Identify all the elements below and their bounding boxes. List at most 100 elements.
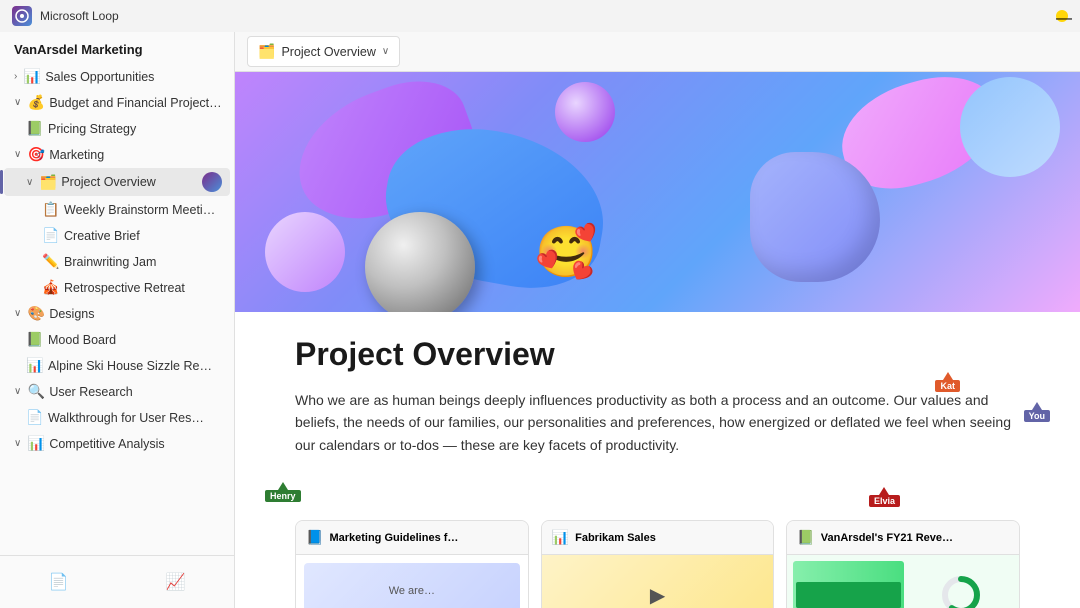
brainstorm-icon: 📋 — [42, 201, 60, 218]
sidebar-label: Mood Board — [48, 333, 222, 347]
sidebar-label: Sales Opportunities — [45, 70, 222, 84]
sidebar-item-alpine-ski[interactable]: 📊 Alpine Ski House Sizzle Re… — [4, 353, 230, 378]
marketing-icon: 🎯 — [27, 146, 45, 163]
sidebar-label: Budget and Financial Projection — [49, 96, 222, 110]
sidebar-label: Designs — [49, 307, 222, 321]
sidebar-label: Project Overview — [61, 175, 198, 189]
window-controls: — — [1056, 10, 1068, 22]
word-icon: 📘 — [306, 529, 323, 546]
sidebar: VanArsdel Marketing › 📊 Sales Opportunit… — [0, 32, 235, 608]
doc-body: Who we are as human beings deeply influe… — [295, 389, 1020, 456]
cursor-badge-you: You — [1024, 410, 1050, 422]
cursor-badge-kat: Kat — [935, 380, 960, 392]
notes-icon: 📄 — [49, 572, 69, 592]
document-content: Kat You Henry Elvia Project Overview Who… — [235, 312, 1080, 520]
excel-icon: 📗 — [797, 529, 814, 546]
chevron-icon: › — [14, 71, 17, 82]
sidebar-item-designs[interactable]: ∨ 🎨 Designs — [4, 301, 230, 326]
sidebar-label: User Research — [49, 385, 222, 399]
card-header: 📗 VanArsdel's FY21 Reve… — [787, 521, 1019, 555]
card-body: ▶ — [542, 555, 774, 608]
tab-chevron-icon: ∨ — [382, 46, 389, 57]
card-image: We are… — [304, 563, 520, 608]
card-vanarsdel-fy21[interactable]: 📗 VanArsdel's FY21 Reve… — [786, 520, 1020, 608]
sidebar-label: Marketing — [49, 148, 222, 162]
sidebar-item-retrospective[interactable]: 🎪 Retrospective Retreat — [4, 275, 230, 300]
hero-banner: 🥰 — [235, 72, 1080, 312]
sidebar-label: Walkthrough for User Res… — [48, 411, 222, 425]
you-cursor: You — [1024, 402, 1050, 422]
card-body: We are… — [296, 555, 528, 608]
sidebar-item-budget[interactable]: ∨ 💰 Budget and Financial Projection — [4, 90, 230, 115]
card-header: 📘 Marketing Guidelines f… — [296, 521, 528, 555]
walkthrough-icon: 📄 — [26, 409, 44, 426]
doc-title: Project Overview — [295, 336, 1020, 373]
avatar — [202, 172, 222, 192]
card-header: 📊 Fabrikam Sales — [542, 521, 774, 555]
sidebar-label: Weekly Brainstorm Meeti… — [64, 203, 222, 217]
sidebar-item-creative-brief[interactable]: 📄 Creative Brief — [4, 223, 230, 248]
card-fabrikam-sales[interactable]: 📊 Fabrikam Sales ▶ Kian — [541, 520, 775, 608]
sidebar-item-sales-opportunities[interactable]: › 📊 Sales Opportunities — [4, 64, 230, 89]
retrospective-icon: 🎪 — [42, 279, 60, 296]
sidebar-item-walkthrough[interactable]: 📄 Walkthrough for User Res… — [4, 405, 230, 430]
pricing-icon: 📗 — [26, 120, 44, 137]
sidebar-nav: › 📊 Sales Opportunities ∨ 💰 Budget and F… — [0, 63, 234, 555]
image-text: We are… — [389, 585, 435, 597]
sidebar-item-brainwriting[interactable]: ✏️ Brainwriting Jam — [4, 249, 230, 274]
card-title: Marketing Guidelines f… — [329, 532, 458, 544]
cards-row: 📘 Marketing Guidelines f… We are… 📊 Fabr… — [235, 520, 1080, 608]
cursor-triangle-kat — [943, 372, 953, 380]
brainwriting-icon: ✏️ — [42, 253, 60, 270]
workspace-name: VanArsdel Marketing — [0, 32, 234, 63]
card-preview: ▶ — [650, 583, 665, 608]
chevron-icon: ∨ — [14, 386, 21, 397]
sidebar-item-project-overview[interactable]: ∨ 🗂️ Project Overview — [4, 168, 230, 196]
chevron-icon: ∨ — [14, 438, 21, 449]
sidebar-label: Retrospective Retreat — [64, 281, 222, 295]
tab-bar: 🗂️ Project Overview ∨ — [235, 32, 1080, 72]
blob-7 — [555, 82, 615, 142]
sidebar-label: Alpine Ski House Sizzle Re… — [48, 359, 222, 373]
elvia-cursor: Elvia — [869, 487, 900, 507]
henry-cursor: Henry — [265, 482, 301, 502]
chevron-icon: ∨ — [14, 149, 21, 160]
sidebar-item-mood-board[interactable]: 📗 Mood Board — [4, 327, 230, 352]
kat-cursor: Kat — [935, 372, 960, 392]
card-marketing-guidelines[interactable]: 📘 Marketing Guidelines f… We are… — [295, 520, 529, 608]
tab-label: Project Overview — [281, 45, 375, 59]
card-body — [787, 555, 1019, 608]
sidebar-item-competitive[interactable]: ∨ 📊 Competitive Analysis — [4, 431, 230, 456]
chevron-icon: ∨ — [26, 177, 33, 188]
sidebar-label: Brainwriting Jam — [64, 255, 222, 269]
card-title: Fabrikam Sales — [575, 532, 656, 544]
cursor-badge-elvia: Elvia — [869, 495, 900, 507]
mood-icon: 📗 — [26, 331, 44, 348]
app-logo — [12, 6, 32, 26]
alpine-icon: 📊 — [26, 357, 44, 374]
blob-5 — [265, 212, 345, 292]
chevron-icon: ∨ — [14, 97, 21, 108]
footer-btn-notes[interactable]: 📄 — [6, 564, 111, 600]
sidebar-label: Competitive Analysis — [49, 437, 222, 451]
sidebar-item-marketing[interactable]: ∨ 🎯 Marketing — [4, 142, 230, 167]
project-icon: 🗂️ — [39, 174, 57, 191]
minimize-btn[interactable]: — — [1056, 10, 1068, 22]
sidebar-label: Creative Brief — [64, 229, 222, 243]
tab-icon: 🗂️ — [258, 43, 275, 60]
chevron-icon: ∨ — [14, 308, 21, 319]
tab-project-overview[interactable]: 🗂️ Project Overview ∨ — [247, 36, 400, 67]
content-area[interactable]: 🥰 Kat You Henry E — [235, 72, 1080, 608]
app-body: VanArsdel Marketing › 📊 Sales Opportunit… — [0, 32, 1080, 608]
blob-4 — [960, 77, 1060, 177]
sidebar-item-user-research[interactable]: ∨ 🔍 User Research — [4, 379, 230, 404]
app-title: Microsoft Loop — [40, 9, 119, 23]
footer-btn-activity[interactable]: 📈 — [123, 564, 228, 600]
emoji-reaction: 🥰 — [535, 223, 597, 282]
competitive-icon: 📊 — [27, 435, 45, 452]
sidebar-item-pricing[interactable]: 📗 Pricing Strategy — [4, 116, 230, 141]
cursor-triangle-elvia — [879, 487, 889, 495]
sidebar-item-weekly-brainstorm[interactable]: 📋 Weekly Brainstorm Meeti… — [4, 197, 230, 222]
sidebar-label: Pricing Strategy — [48, 122, 222, 136]
card-title: VanArsdel's FY21 Reve… — [821, 532, 953, 544]
